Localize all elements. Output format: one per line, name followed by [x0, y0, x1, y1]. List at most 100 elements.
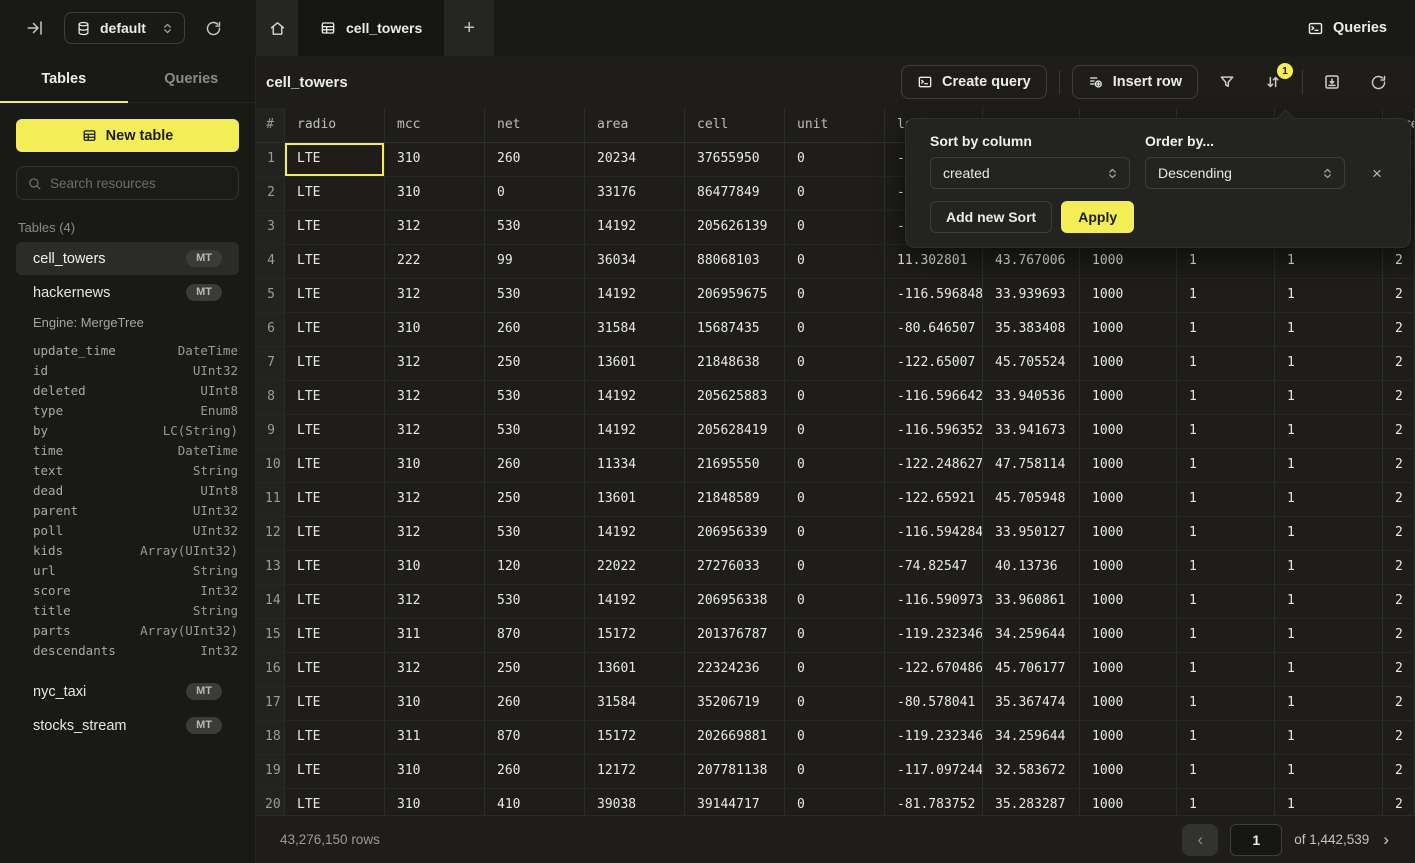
table-cell[interactable]: 201376787	[685, 619, 785, 652]
column-header[interactable]: net	[485, 108, 585, 142]
table-cell[interactable]: 1	[1177, 551, 1275, 584]
table-cell[interactable]: 250	[485, 653, 585, 686]
create-query-button[interactable]: Create query	[901, 65, 1047, 99]
table-cell[interactable]: 2	[1383, 313, 1415, 346]
table-cell[interactable]: 2	[1383, 381, 1415, 414]
table-cell[interactable]: 0	[785, 177, 885, 210]
table-cell[interactable]: -122.248627	[885, 449, 983, 482]
column-header[interactable]: radio	[285, 108, 385, 142]
table-cell[interactable]: 0	[785, 143, 885, 176]
table-cell[interactable]: 312	[385, 381, 485, 414]
table-cell[interactable]: 11334	[585, 449, 685, 482]
table-cell[interactable]: LTE	[285, 143, 385, 176]
table-cell[interactable]: 37655950	[685, 143, 785, 176]
table-cell[interactable]: 31584	[585, 687, 685, 720]
table-cell[interactable]: 45.705524	[983, 347, 1080, 380]
table-cell[interactable]: 1	[1177, 653, 1275, 686]
table-cell[interactable]: 33.941673	[983, 415, 1080, 448]
table-cell[interactable]: 310	[385, 789, 485, 815]
table-cell[interactable]: 260	[485, 143, 585, 176]
table-cell[interactable]: 86477849	[685, 177, 785, 210]
table-cell[interactable]: 1000	[1080, 347, 1177, 380]
table-cell[interactable]: 33176	[585, 177, 685, 210]
database-selector[interactable]: default	[64, 12, 185, 44]
table-cell[interactable]: 311	[385, 721, 485, 754]
table-cell[interactable]: -80.646507	[885, 313, 983, 346]
table-cell[interactable]: 260	[485, 687, 585, 720]
table-cell[interactable]: 1	[1275, 721, 1383, 754]
table-cell[interactable]: 2	[1383, 619, 1415, 652]
table-cell[interactable]: LTE	[285, 245, 385, 278]
table-cell[interactable]: 2	[1383, 653, 1415, 686]
table-cell[interactable]: 1	[1275, 585, 1383, 618]
table-cell[interactable]: LTE	[285, 313, 385, 346]
table-cell[interactable]: 1	[1177, 619, 1275, 652]
table-cell[interactable]: 250	[485, 483, 585, 516]
table-cell[interactable]: 207781138	[685, 755, 785, 788]
queries-button[interactable]: Queries	[1295, 0, 1415, 56]
table-cell[interactable]: 120	[485, 551, 585, 584]
table-cell[interactable]: 205626139	[685, 211, 785, 244]
table-cell[interactable]: 0	[785, 653, 885, 686]
table-cell[interactable]: 14192	[585, 415, 685, 448]
new-tab-button[interactable]: +	[444, 0, 494, 56]
table-cell[interactable]: 1000	[1080, 449, 1177, 482]
table-cell[interactable]: 34.259644	[983, 721, 1080, 754]
filter-button[interactable]	[1210, 65, 1244, 99]
table-cell[interactable]: 0	[785, 789, 885, 815]
table-cell[interactable]: 1	[1177, 449, 1275, 482]
table-cell[interactable]: 14192	[585, 381, 685, 414]
table-cell[interactable]: 312	[385, 415, 485, 448]
table-cell[interactable]: 310	[385, 177, 485, 210]
table-cell[interactable]: 1000	[1080, 381, 1177, 414]
table-cell[interactable]: LTE	[285, 585, 385, 618]
table-cell[interactable]: 312	[385, 517, 485, 550]
table-cell[interactable]: 0	[785, 313, 885, 346]
table-cell[interactable]: 0	[785, 245, 885, 278]
table-cell[interactable]: LTE	[285, 483, 385, 516]
table-cell[interactable]: 0	[785, 755, 885, 788]
table-cell[interactable]: 2	[1383, 347, 1415, 380]
table-cell[interactable]: 0	[485, 177, 585, 210]
page-number-input[interactable]	[1230, 824, 1282, 856]
table-cell[interactable]: 205625883	[685, 381, 785, 414]
table-cell[interactable]: -74.82547	[885, 551, 983, 584]
table-cell[interactable]: LTE	[285, 653, 385, 686]
sidebar-item-stocks-stream[interactable]: stocks_stream MT	[16, 709, 239, 742]
table-cell[interactable]: 310	[385, 313, 485, 346]
table-cell[interactable]: 1	[1275, 415, 1383, 448]
table-cell[interactable]: 2	[1383, 585, 1415, 618]
table-cell[interactable]: 35.383408	[983, 313, 1080, 346]
table-cell[interactable]: 15172	[585, 619, 685, 652]
table-cell[interactable]: 0	[785, 211, 885, 244]
apply-sort-button[interactable]: Apply	[1061, 201, 1134, 233]
table-cell[interactable]: LTE	[285, 211, 385, 244]
column-header[interactable]: area	[585, 108, 685, 142]
table-cell[interactable]: 0	[785, 483, 885, 516]
table-cell[interactable]: 0	[785, 721, 885, 754]
table-cell[interactable]: 2	[1383, 449, 1415, 482]
table-cell[interactable]: 2	[1383, 279, 1415, 312]
table-cell[interactable]: LTE	[285, 347, 385, 380]
table-cell[interactable]: -119.232346	[885, 721, 983, 754]
table-cell[interactable]: 11.302801	[885, 245, 983, 278]
table-cell[interactable]: 0	[785, 687, 885, 720]
table-cell[interactable]: 33.960861	[983, 585, 1080, 618]
table-cell[interactable]: -122.65007	[885, 347, 983, 380]
table-cell[interactable]: 202669881	[685, 721, 785, 754]
table-cell[interactable]: 0	[785, 449, 885, 482]
table-cell[interactable]: 1000	[1080, 687, 1177, 720]
table-cell[interactable]: LTE	[285, 619, 385, 652]
table-cell[interactable]: 1	[1275, 619, 1383, 652]
table-cell[interactable]: 2	[1383, 551, 1415, 584]
collapse-sidebar-button[interactable]	[20, 13, 50, 43]
table-cell[interactable]: 14192	[585, 517, 685, 550]
sort-column-select[interactable]: created	[930, 157, 1130, 189]
table-cell[interactable]: 310	[385, 551, 485, 584]
table-cell[interactable]: 1	[1275, 517, 1383, 550]
table-cell[interactable]: 14192	[585, 211, 685, 244]
table-cell[interactable]: 310	[385, 449, 485, 482]
table-cell[interactable]: 205628419	[685, 415, 785, 448]
table-cell[interactable]: 1	[1177, 313, 1275, 346]
table-cell[interactable]: -81.783752	[885, 789, 983, 815]
